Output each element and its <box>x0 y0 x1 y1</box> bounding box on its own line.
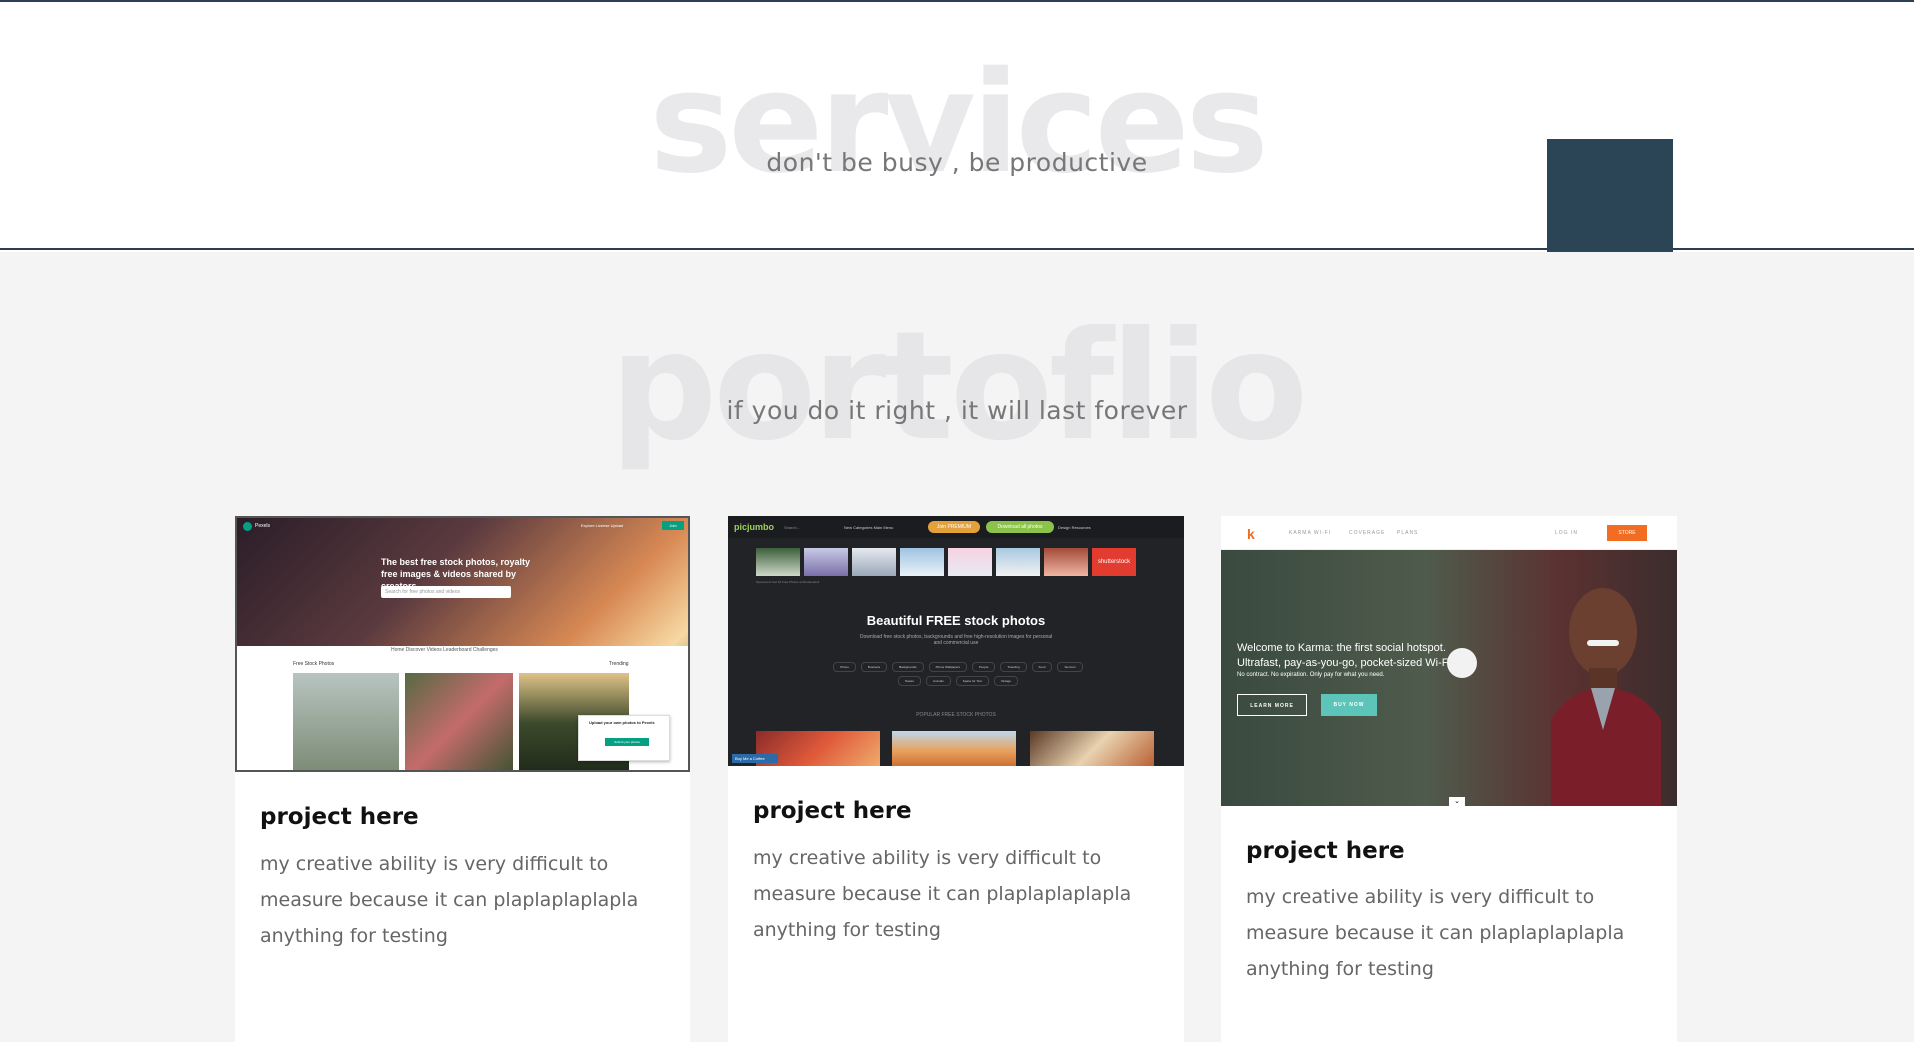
picjumbo-premium-pill: Join PREMIUM <box>928 521 980 533</box>
picjumbo-tag: Vintage <box>993 676 1018 686</box>
portfolio-background-word: portoflio <box>609 300 1308 474</box>
project-card-1[interactable]: Pexels Explore License Upload Join The b… <box>235 516 690 1042</box>
picjumbo-tag: Space for Text <box>955 676 989 686</box>
project-description: my creative ability is very difficult to… <box>260 853 639 947</box>
picjumbo-tag: Nature <box>898 676 922 686</box>
karma-logo-icon: k <box>1247 526 1255 542</box>
picjumbo-search: Search... <box>784 525 801 530</box>
portfolio-section: portoflio if you do it right , it will l… <box>0 252 1914 1042</box>
picjumbo-tag: Business <box>860 662 888 672</box>
pexels-tabs: Home Discover Videos Leaderboard Challen… <box>391 647 498 653</box>
pexels-thumb-2 <box>405 673 513 770</box>
project-description: my creative ability is very difficult to… <box>753 847 1132 941</box>
pexels-search-bar: Search for free photos and videos <box>381 586 511 598</box>
picjumbo-ad-label: shutterstock <box>1092 548 1136 576</box>
project-card-2[interactable]: picjumbo Search... New Categories Main M… <box>728 516 1184 1042</box>
pexels-logo-icon <box>243 522 252 531</box>
project-title[interactable]: project here <box>260 804 419 830</box>
project-screenshot-pexels[interactable]: Pexels Explore License Upload Join The b… <box>235 516 690 772</box>
picjumbo-photo-3 <box>1030 731 1154 766</box>
picjumbo-tag: Backgrounds <box>892 662 924 672</box>
project-description: my creative ability is very difficult to… <box>1246 886 1625 980</box>
picjumbo-photo-2 <box>892 731 1016 766</box>
karma-nav-item: COVERAGE <box>1349 530 1386 536</box>
picjumbo-nav: New Categories Main Menu <box>844 525 894 530</box>
picjumbo-headline: Beautiful FREE stock photos <box>866 613 1046 628</box>
picjumbo-tag: Phone Wallpapers <box>928 662 968 672</box>
pexels-site-name: Pexels <box>255 523 271 529</box>
karma-nav-item: KARMA WI-FI <box>1289 530 1332 536</box>
pexels-section-title: Free Stock Photos <box>293 661 335 667</box>
karma-person-image <box>1551 588 1661 806</box>
pexels-popup-button: Submit your photos <box>605 738 649 746</box>
picjumbo-tag: Food <box>1031 662 1053 672</box>
picjumbo-coffee-button: Buy Me a Coffee <box>732 754 778 763</box>
karma-login: LOG IN <box>1555 530 1578 536</box>
picjumbo-download-pill: Download all photos <box>986 521 1054 533</box>
picjumbo-design-link: Design Resources <box>1058 525 1091 530</box>
picjumbo-sponsored: Sponsored: Get 10 Free Photos at Shutter… <box>756 580 820 584</box>
karma-subtext: No contract. No expiration. Only pay for… <box>1237 672 1385 678</box>
picjumbo-tagline: Download free stock photos, backgrounds … <box>859 634 1053 646</box>
pexels-top-links: Explore License Upload <box>581 523 624 528</box>
project-title[interactable]: project here <box>753 798 912 824</box>
pexels-upload-popup: Upload your own photos to Pexels Submit … <box>578 715 670 761</box>
karma-learn-more-button: LEARN MORE <box>1237 694 1307 716</box>
chevron-down-icon: ⌄ <box>1449 797 1465 806</box>
project-screenshot-picjumbo[interactable]: picjumbo Search... New Categories Main M… <box>728 516 1184 766</box>
picjumbo-tag: Traveling <box>1000 662 1027 672</box>
pexels-join-button: Join <box>662 521 684 530</box>
project-title[interactable]: project here <box>1246 838 1405 864</box>
karma-hero: Welcome to Karma: the first social hotsp… <box>1221 550 1677 806</box>
picjumbo-tag: Summer <box>1057 662 1083 672</box>
picjumbo-popular: POPULAR FREE STOCK PHOTOS <box>916 712 996 718</box>
picjumbo-logo: picjumbo <box>734 522 774 532</box>
picjumbo-tag: Phone <box>833 662 856 672</box>
decorative-block <box>1547 139 1673 252</box>
karma-buy-now-button: BUY NOW <box>1321 694 1377 716</box>
pexels-thumb-1 <box>293 673 399 770</box>
picjumbo-tag: Animals <box>926 676 951 686</box>
services-section: services don't be busy , be productive <box>0 0 1914 252</box>
picjumbo-tag: People <box>972 662 996 672</box>
karma-device <box>1447 648 1477 678</box>
project-card-3[interactable]: k KARMA WI-FI COVERAGE PLANS LOG IN STOR… <box>1221 516 1677 1042</box>
portfolio-subtitle: if you do it right , it will last foreve… <box>726 396 1188 425</box>
picjumbo-tags: Phone Business Backgrounds Phone Wallpap… <box>828 662 1088 686</box>
pexels-sort: Trending <box>609 661 629 667</box>
pexels-popup-title: Upload your own photos to Pexels <box>589 720 655 725</box>
karma-nav-item: PLANS <box>1397 530 1419 536</box>
project-screenshot-karma[interactable]: k KARMA WI-FI COVERAGE PLANS LOG IN STOR… <box>1221 516 1677 806</box>
karma-store-button: STORE <box>1607 525 1647 541</box>
